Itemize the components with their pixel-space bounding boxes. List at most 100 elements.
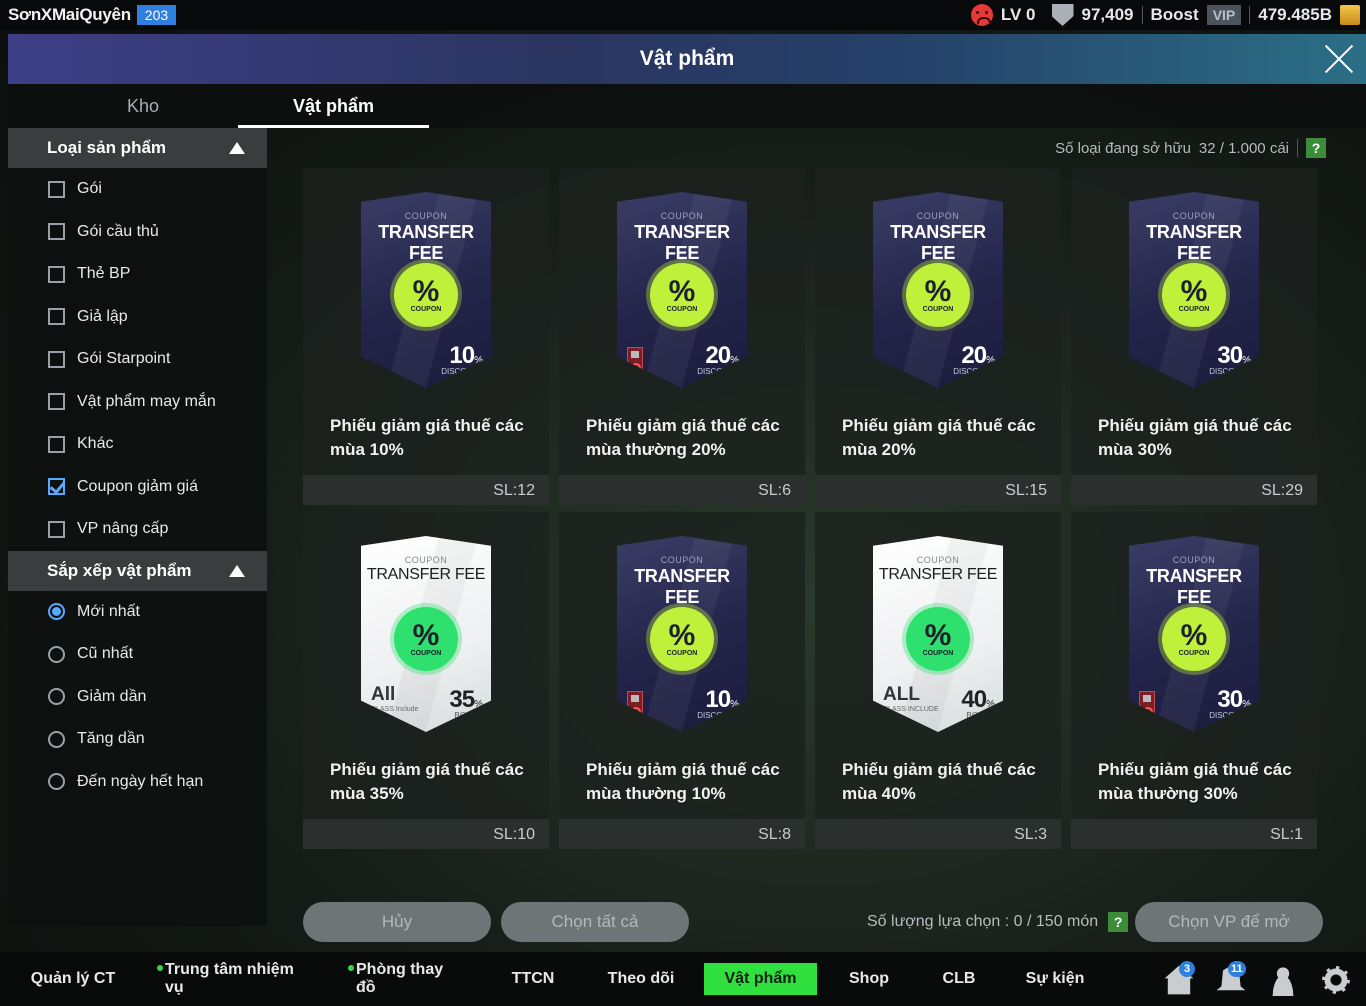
percent-badge-icon: % COUPON: [650, 607, 714, 671]
owned-info: Số loại đang sở hữu 32 / 1.000 cái ?: [1055, 138, 1326, 158]
coupon-image: COUPON TRANSFER FEE % COUPON All CLASS I…: [361, 536, 491, 732]
checkbox[interactable]: [48, 478, 65, 496]
collapse-up-icon[interactable]: [229, 564, 245, 577]
checkbox[interactable]: [48, 435, 65, 453]
item-card[interactable]: COUPON TRANSFER FEE % COUPON 20% DISCOUN…: [559, 168, 805, 505]
nav-phong-thay-do[interactable]: Phòng thay đồ: [348, 961, 460, 996]
radio-button[interactable]: [48, 645, 65, 663]
sort-item[interactable]: Tăng dần: [8, 718, 267, 761]
owned-value: 32 / 1.000 cái: [1198, 139, 1289, 157]
class-include: All CLASS Include: [371, 684, 418, 714]
item-card[interactable]: COUPON TRANSFER FEE % COUPON All CLASS I…: [303, 512, 549, 849]
coupon-value-number: 30: [1217, 342, 1243, 369]
radio-button[interactable]: [48, 688, 65, 706]
bell-badge: 11: [1228, 961, 1246, 977]
filter-section-header[interactable]: Loại sản phẩm: [8, 128, 267, 168]
coupon-image: COUPON TRANSFER FEE % COUPON ALL CLASS I…: [873, 536, 1003, 732]
percent-symbol: %: [1180, 618, 1208, 652]
tab-kho[interactable]: Kho: [48, 84, 238, 128]
filter-item-label: Giả lập: [77, 307, 128, 325]
coupon-percent: %: [1242, 355, 1251, 366]
divider: [1249, 6, 1251, 24]
radio-button[interactable]: [48, 730, 65, 748]
item-card[interactable]: COUPON TRANSFER FEE % COUPON 30% DISCOUN…: [1071, 168, 1317, 505]
coupon-title: TRANSFER FEE: [878, 566, 998, 583]
gear-icon[interactable]: [1320, 964, 1352, 996]
filter-item[interactable]: Vật phẩm may mắn: [8, 381, 267, 424]
nav-vat-pham[interactable]: Vật phẩm: [704, 963, 817, 995]
filter-item[interactable]: Gói Starpoint: [8, 338, 267, 381]
item-card[interactable]: COUPON TRANSFER FEE % COUPON 10% DISCOUN…: [303, 168, 549, 505]
coupon-top-text: COUPON: [660, 555, 704, 565]
checkbox[interactable]: [48, 308, 65, 326]
coupon-percent: %: [986, 699, 995, 710]
divider: [1141, 6, 1143, 24]
item-card[interactable]: COUPON TRANSFER FEE % COUPON ALL CLASS I…: [815, 512, 1061, 849]
sort-section-title: Sắp xếp vật phẩm: [47, 560, 192, 580]
filter-item[interactable]: Giả lập: [8, 296, 267, 339]
coin-icon[interactable]: [1340, 5, 1360, 25]
nav-su-kien[interactable]: Sự kiện: [1020, 963, 1090, 995]
filter-item[interactable]: Gói cầu thủ: [8, 211, 267, 254]
percent-badge-icon: % COUPON: [394, 263, 458, 327]
filter-item[interactable]: Khác: [8, 423, 267, 466]
notification-dot: [348, 965, 354, 971]
item-quantity: SL:10: [493, 826, 535, 843]
help-icon[interactable]: ?: [1108, 912, 1129, 932]
filter-item[interactable]: Coupon giảm giá: [8, 466, 267, 509]
filter-item[interactable]: Gói: [8, 168, 267, 211]
coupon-title: TRANSFER FEE: [1146, 566, 1242, 607]
checkbox[interactable]: [48, 223, 65, 241]
filter-item[interactable]: VP nâng cấp: [8, 508, 267, 551]
checkbox[interactable]: [48, 350, 65, 368]
checkbox[interactable]: [48, 265, 65, 283]
item-card[interactable]: COUPON TRANSFER FEE % COUPON 20% DISCOUN…: [815, 168, 1061, 505]
percent-symbol: %: [924, 274, 952, 308]
checkbox[interactable]: [48, 393, 65, 411]
sort-item[interactable]: Cũ nhất: [8, 633, 267, 676]
coupon-value: 30% DISCOUNT: [1209, 342, 1251, 376]
coupon-value-label: DISCOUNT: [1209, 711, 1251, 720]
nav-quan-ly-ct[interactable]: Quản lý CT: [22, 963, 124, 995]
sort-item[interactable]: Giảm dần: [8, 676, 267, 719]
coupon-value-number: 20: [961, 342, 987, 369]
coupon-value-number: 20: [705, 342, 731, 369]
sort-item[interactable]: Mới nhất: [8, 591, 267, 634]
sort-item-label: Cũ nhất: [77, 645, 134, 663]
checkbox[interactable]: [48, 520, 65, 538]
percent-symbol: %: [412, 618, 440, 652]
checkbox[interactable]: [48, 180, 65, 198]
nav-clb[interactable]: CLB: [930, 963, 988, 995]
untradeable-icon: [627, 347, 643, 375]
nav-theo-doi[interactable]: Theo dõi: [600, 963, 682, 995]
radio-button[interactable]: [48, 603, 65, 621]
nav-trung-tam-nhiem-vu[interactable]: Trung tâm nhiệm vụ: [157, 961, 303, 996]
sort-section-header[interactable]: Sắp xếp vật phẩm: [8, 550, 267, 591]
item-quantity: SL:12: [493, 482, 535, 499]
help-icon[interactable]: ?: [1306, 138, 1326, 158]
item-card[interactable]: COUPON TRANSFER FEE % COUPON 30% DISCOUN…: [1071, 512, 1317, 849]
tab-vat-pham[interactable]: Vật phẩm: [238, 84, 429, 128]
cancel-button[interactable]: Hủy: [303, 902, 491, 942]
item-card[interactable]: COUPON TRANSFER FEE % COUPON 10% DISCOUN…: [559, 512, 805, 849]
bottom-nav: Quản lý CT Trung tâm nhiệm vụ Phòng thay…: [0, 952, 1366, 1006]
close-icon[interactable]: [1322, 42, 1356, 76]
vip-badge[interactable]: VIP: [1206, 5, 1242, 25]
percent-badge-icon: % COUPON: [1162, 607, 1226, 671]
percent-badge-icon: % COUPON: [650, 263, 714, 327]
filter-item[interactable]: Thẻ BP: [8, 253, 267, 296]
coupon-top-text: COUPON: [1172, 211, 1216, 221]
filter-item-label: Gói cầu thủ: [77, 222, 159, 240]
coupon-value: 40% BONUS: [961, 686, 995, 720]
nav-shop[interactable]: Shop: [838, 963, 900, 995]
nav-ttcn[interactable]: TTCN: [500, 963, 566, 995]
collapse-up-icon[interactable]: [229, 142, 245, 154]
open-vp-button[interactable]: Chọn VP để mở: [1135, 902, 1323, 942]
boost-label[interactable]: Boost: [1151, 5, 1199, 25]
radio-button[interactable]: [48, 773, 65, 791]
profile-icon[interactable]: [1267, 964, 1299, 996]
currency-value: 479.485B: [1258, 5, 1332, 24]
filter-item-label: Gói: [77, 180, 102, 198]
select-all-button[interactable]: Chọn tất cả: [501, 902, 689, 942]
sort-item[interactable]: Đến ngày hết hạn: [8, 761, 267, 804]
